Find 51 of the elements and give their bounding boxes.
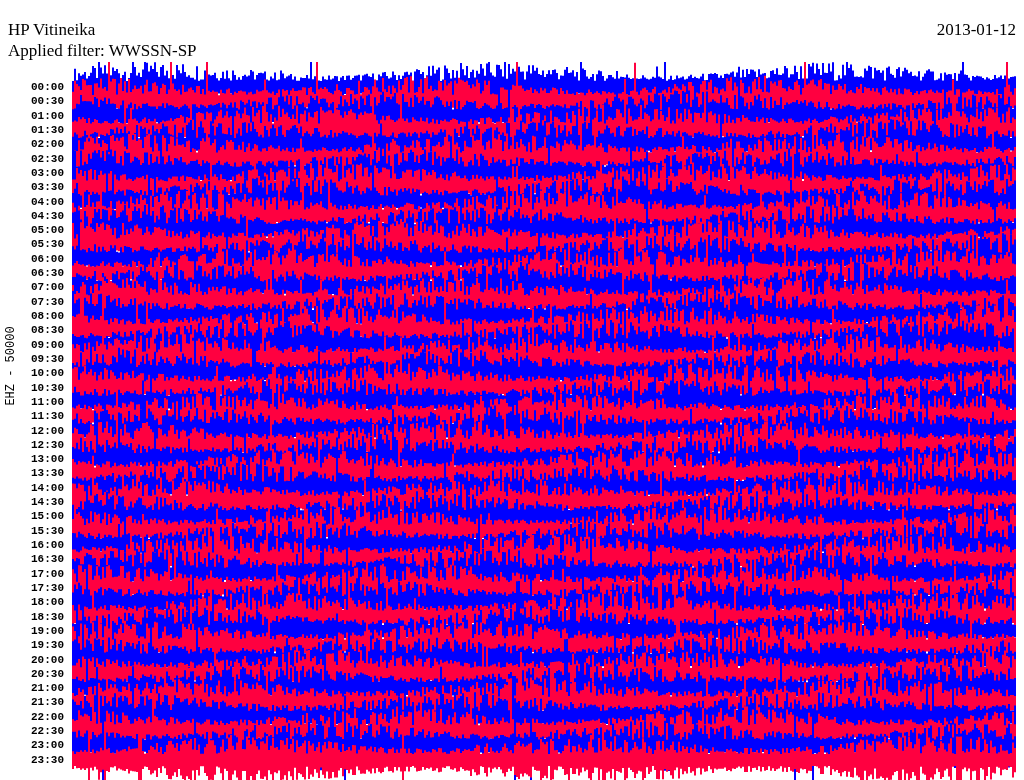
time-label: 13:30 <box>31 466 64 481</box>
time-label: 18:00 <box>31 595 64 610</box>
time-label: 17:30 <box>31 580 64 596</box>
time-label: 08:00 <box>31 309 64 324</box>
time-label: 20:00 <box>31 652 64 667</box>
time-label: 07:00 <box>31 280 64 295</box>
time-label: 19:00 <box>31 623 64 639</box>
time-label: 06:30 <box>31 266 64 281</box>
time-label: 16:30 <box>31 552 64 567</box>
time-label: 00:00 <box>31 80 64 95</box>
time-label: 17:00 <box>31 566 64 581</box>
time-label: 06:00 <box>31 251 64 267</box>
date-label: 2013-01-12 <box>936 20 1016 40</box>
time-label: 19:30 <box>31 638 64 653</box>
channel-label: EHZ - 50000 <box>4 326 18 406</box>
time-label: 09:30 <box>31 351 64 367</box>
time-label: 18:30 <box>31 609 64 624</box>
time-label: 02:00 <box>31 137 64 152</box>
time-label: 04:00 <box>31 194 64 209</box>
time-label: 10:00 <box>31 366 64 381</box>
time-label: 03:00 <box>31 165 64 181</box>
time-label: 08:30 <box>31 323 64 338</box>
time-label: 22:30 <box>31 724 64 739</box>
time-label: 11:00 <box>31 394 64 410</box>
time-label: 22:00 <box>31 709 64 725</box>
time-label: 15:30 <box>31 523 64 538</box>
time-label: 21:30 <box>31 695 64 710</box>
time-label: 03:30 <box>31 180 64 195</box>
time-label: 04:30 <box>31 208 64 224</box>
time-label: 05:30 <box>31 237 64 252</box>
time-label: 11:30 <box>31 409 64 424</box>
time-label: 15:00 <box>31 509 64 524</box>
time-label: 13:00 <box>31 452 64 467</box>
time-label: 14:00 <box>31 480 64 496</box>
time-label: 01:00 <box>31 108 64 123</box>
time-label: 00:30 <box>31 94 64 109</box>
time-label: 05:00 <box>31 223 64 238</box>
station-title: HP Vitineika <box>8 20 97 40</box>
time-label: 09:00 <box>31 337 64 352</box>
time-label: 12:30 <box>31 437 64 453</box>
time-label: 07:30 <box>31 294 64 309</box>
time-label: 21:00 <box>31 681 64 696</box>
time-label: 23:00 <box>31 738 64 753</box>
time-label: 14:30 <box>31 495 64 510</box>
time-label: 12:00 <box>31 423 64 438</box>
time-label: 23:30 <box>31 752 64 767</box>
time-label: 02:30 <box>31 151 64 166</box>
time-label: 01:30 <box>31 122 64 138</box>
time-label: 16:00 <box>31 538 64 553</box>
time-label: 20:30 <box>31 666 64 682</box>
time-label: 10:30 <box>31 380 64 395</box>
